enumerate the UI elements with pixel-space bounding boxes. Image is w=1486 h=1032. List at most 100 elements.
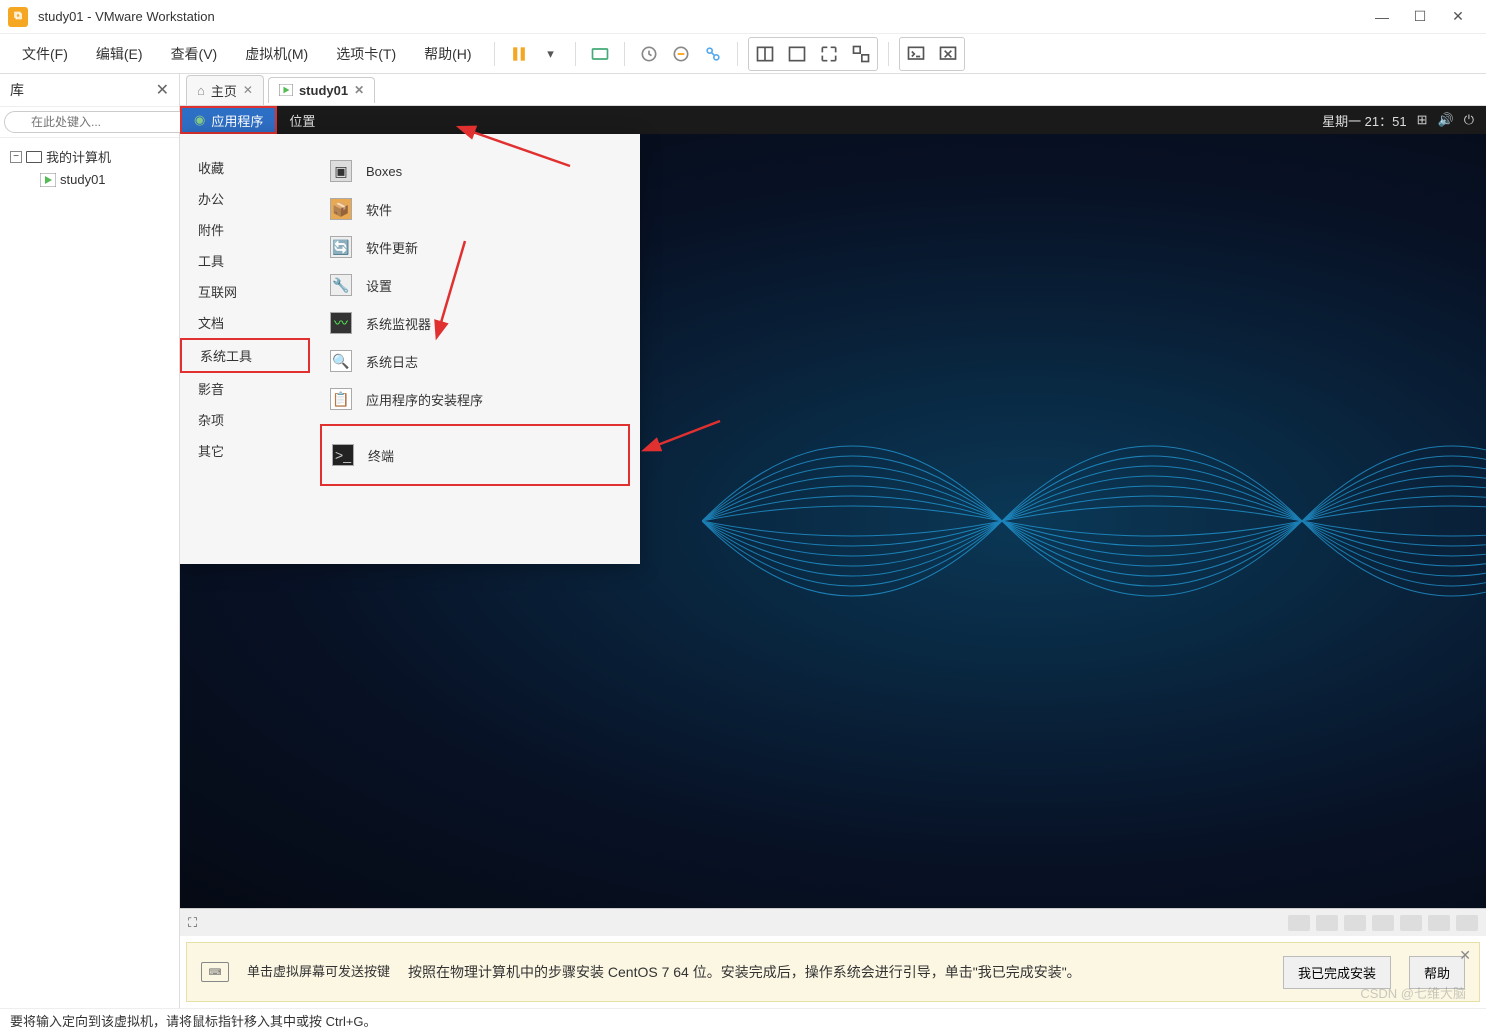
close-button[interactable]: ✕ bbox=[1448, 7, 1468, 27]
tab-close-icon[interactable]: ✕ bbox=[354, 83, 364, 97]
help-button[interactable]: 帮助 bbox=[1409, 956, 1465, 989]
app-software[interactable]: 📦 软件 bbox=[320, 190, 630, 228]
vm-screen[interactable]: ◉ 应用程序 位置 星期一 21：51 ⊞ 🔊 ⏻ bbox=[180, 106, 1486, 908]
device-icon[interactable] bbox=[1400, 915, 1422, 931]
network-icon[interactable]: ⊞ bbox=[1417, 112, 1428, 128]
status-bar: 要将输入定向到该虚拟机，请将鼠标指针移入其中或按 Ctrl+G。 bbox=[0, 1008, 1486, 1032]
settings-icon: 🔧 bbox=[330, 274, 352, 296]
keyboard-hint-text: 单击虚拟屏幕可发送按键 bbox=[247, 962, 390, 982]
app-installer-label: 应用程序的安装程序 bbox=[366, 390, 483, 409]
search-row: 🔍 ▾ bbox=[0, 107, 179, 138]
view-split-icon[interactable] bbox=[751, 40, 779, 68]
device-icon[interactable] bbox=[1316, 915, 1338, 931]
gnome-datetime[interactable]: 星期一 21：51 bbox=[1322, 111, 1407, 130]
boxes-icon: ▣ bbox=[330, 160, 352, 182]
gnome-places-label: 位置 bbox=[289, 111, 315, 130]
vm-icon bbox=[279, 84, 293, 96]
cat-tools[interactable]: 工具 bbox=[180, 245, 310, 276]
menu-view[interactable]: 查看(V) bbox=[159, 38, 230, 70]
view-single-icon[interactable] bbox=[783, 40, 811, 68]
tab-bar: ⌂ 主页 ✕ study01 ✕ bbox=[180, 74, 1486, 106]
cat-internet[interactable]: 互联网 bbox=[180, 276, 310, 307]
menu-file[interactable]: 文件(F) bbox=[10, 38, 80, 70]
app-system-monitor[interactable]: 〰 系统监视器 bbox=[320, 304, 630, 342]
app-settings[interactable]: 🔧 设置 bbox=[320, 266, 630, 304]
snapshot-manager-icon[interactable] bbox=[699, 40, 727, 68]
dropdown-icon[interactable]: ▾ bbox=[537, 40, 565, 68]
tree-root[interactable]: − 我的计算机 bbox=[6, 144, 173, 169]
app-boxes-label: Boxes bbox=[366, 164, 402, 179]
gnome-status-area: 星期一 21：51 ⊞ 🔊 ⏻ bbox=[1322, 111, 1486, 130]
cat-misc[interactable]: 杂项 bbox=[180, 404, 310, 435]
pause-icon[interactable] bbox=[505, 40, 533, 68]
device-icon[interactable] bbox=[1288, 915, 1310, 931]
sidebar: 库 ✕ 🔍 ▾ − 我的计算机 study01 bbox=[0, 74, 180, 1008]
separator bbox=[494, 42, 495, 66]
tab-close-icon[interactable]: ✕ bbox=[243, 83, 253, 97]
vm-bottom-bar: ⛶ bbox=[180, 908, 1486, 936]
app-system-log[interactable]: 🔍 系统日志 bbox=[320, 342, 630, 380]
stretch-icon[interactable] bbox=[934, 40, 962, 68]
cat-office[interactable]: 办公 bbox=[180, 183, 310, 214]
sidebar-close-icon[interactable]: ✕ bbox=[156, 80, 169, 100]
cat-documents[interactable]: 文档 bbox=[180, 307, 310, 338]
cat-multimedia[interactable]: 影音 bbox=[180, 373, 310, 404]
snapshot-icon[interactable] bbox=[635, 40, 663, 68]
app-software-update-label: 软件更新 bbox=[366, 238, 418, 257]
cat-accessories[interactable]: 附件 bbox=[180, 214, 310, 245]
tab-vm-label: study01 bbox=[299, 83, 348, 98]
separator bbox=[888, 42, 889, 66]
window-controls: — ☐ ✕ bbox=[1372, 7, 1478, 27]
menu-vm[interactable]: 虚拟机(M) bbox=[233, 38, 320, 70]
log-icon: 🔍 bbox=[330, 350, 352, 372]
terminal-icon: >_ bbox=[332, 444, 354, 466]
expand-icon[interactable]: ⛶ bbox=[188, 915, 197, 931]
menu-tabs[interactable]: 选项卡(T) bbox=[324, 38, 408, 70]
power-icon[interactable]: ⏻ bbox=[1464, 112, 1474, 128]
gnome-applications-menu[interactable]: ◉ 应用程序 bbox=[180, 106, 277, 134]
app-system-log-label: 系统日志 bbox=[366, 352, 418, 371]
app-categories: 收藏 办公 附件 工具 互联网 文档 系统工具 影音 杂项 其它 bbox=[180, 134, 310, 564]
device-icon[interactable] bbox=[1428, 915, 1450, 931]
app-software-update[interactable]: 🔄 软件更新 bbox=[320, 228, 630, 266]
gnome-places-menu[interactable]: 位置 bbox=[277, 106, 327, 134]
install-done-button[interactable]: 我已完成安装 bbox=[1283, 956, 1391, 989]
menubar: 文件(F) 编辑(E) 查看(V) 虚拟机(M) 选项卡(T) 帮助(H) ▾ bbox=[0, 34, 1486, 74]
minimize-button[interactable]: — bbox=[1372, 7, 1392, 27]
computer-icon bbox=[26, 151, 42, 163]
search-input[interactable] bbox=[4, 111, 195, 133]
app-boxes[interactable]: ▣ Boxes bbox=[320, 152, 630, 190]
console-icon[interactable] bbox=[902, 40, 930, 68]
device-icon[interactable] bbox=[1344, 915, 1366, 931]
cat-system-tools[interactable]: 系统工具 bbox=[180, 338, 310, 373]
tab-vm[interactable]: study01 ✕ bbox=[268, 77, 375, 103]
collapse-icon[interactable]: − bbox=[10, 151, 22, 163]
device-icon[interactable] bbox=[1456, 915, 1478, 931]
tree-vm-item[interactable]: study01 bbox=[6, 169, 173, 190]
volume-icon[interactable]: 🔊 bbox=[1438, 112, 1454, 128]
app-settings-label: 设置 bbox=[366, 276, 392, 295]
device-icons bbox=[1288, 915, 1478, 931]
send-keys-icon[interactable] bbox=[586, 40, 614, 68]
fullscreen-icon[interactable] bbox=[815, 40, 843, 68]
tab-home[interactable]: ⌂ 主页 ✕ bbox=[186, 75, 264, 105]
menu-help[interactable]: 帮助(H) bbox=[412, 38, 483, 70]
maximize-button[interactable]: ☐ bbox=[1410, 7, 1430, 27]
app-items: ▣ Boxes 📦 软件 🔄 软件更新 🔧 设置 bbox=[310, 134, 640, 564]
app-terminal[interactable]: >_ 终端 bbox=[320, 424, 630, 486]
monitor-icon: 〰 bbox=[330, 312, 352, 334]
device-icon[interactable] bbox=[1372, 915, 1394, 931]
menu-edit[interactable]: 编辑(E) bbox=[84, 38, 155, 70]
hint-close-icon[interactable]: ✕ bbox=[1459, 947, 1471, 964]
unity-icon[interactable] bbox=[847, 40, 875, 68]
cat-favorites[interactable]: 收藏 bbox=[180, 152, 310, 183]
install-hint-bar: ⌨ 单击虚拟屏幕可发送按键 按照在物理计算机中的步骤安装 CentOS 7 64… bbox=[186, 942, 1480, 1002]
window-title: study01 - VMware Workstation bbox=[38, 9, 1372, 24]
update-icon: 🔄 bbox=[330, 236, 352, 258]
cat-other[interactable]: 其它 bbox=[180, 435, 310, 466]
titlebar: ⧉ study01 - VMware Workstation — ☐ ✕ bbox=[0, 0, 1486, 34]
app-installer[interactable]: 📋 应用程序的安装程序 bbox=[320, 380, 630, 418]
sidebar-title: 库 bbox=[10, 80, 24, 100]
snapshot-revert-icon[interactable] bbox=[667, 40, 695, 68]
vm-tree: − 我的计算机 study01 bbox=[0, 138, 179, 196]
